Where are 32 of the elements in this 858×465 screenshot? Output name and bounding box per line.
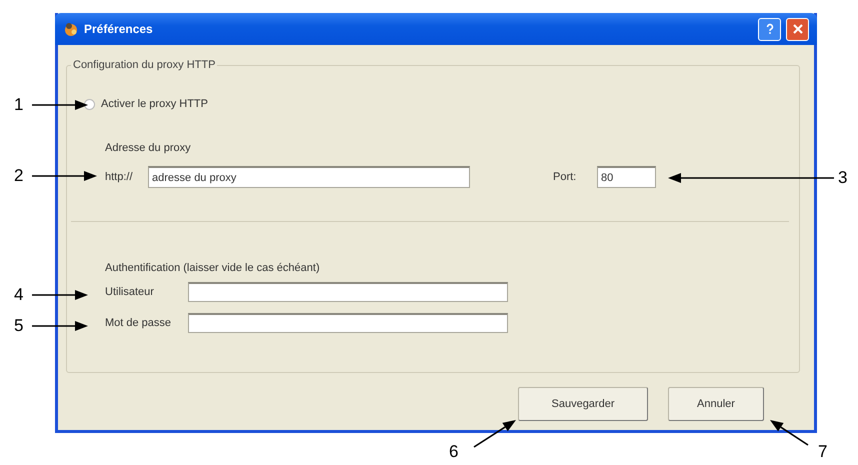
- window-title: Préférences: [84, 22, 154, 36]
- help-button[interactable]: [758, 18, 781, 40]
- text-field[interactable]: [188, 313, 508, 333]
- callout-number: 5: [14, 317, 24, 335]
- port-field[interactable]: 80: [597, 166, 656, 188]
- callout-arrow: [32, 171, 97, 181]
- callout-arrow: [32, 290, 88, 300]
- dialog-button[interactable]: Sauvegarder: [518, 387, 648, 421]
- callout-arrow: [32, 100, 88, 110]
- callout-arrow: [474, 420, 516, 448]
- dialog-button[interactable]: Annuler: [668, 387, 764, 421]
- section-heading: Authentification (laisser vide le cas échéant): [105, 262, 321, 274]
- app-icon: [63, 21, 79, 37]
- callout-number: 2: [14, 167, 24, 185]
- callout-arrow: [32, 321, 88, 331]
- field-label: Port:: [553, 171, 578, 183]
- radio-button[interactable]: [84, 98, 95, 110]
- callout-arrow: [770, 420, 808, 446]
- callout-number: 4: [14, 286, 24, 304]
- section-heading: Adresse du proxy: [105, 142, 192, 154]
- field-prefix: http://: [105, 171, 134, 183]
- callout-number: 1: [14, 96, 24, 114]
- field-label: Mot de passe: [105, 317, 172, 329]
- callout-number: 3: [838, 169, 848, 187]
- field-label: Utilisateur: [105, 286, 155, 298]
- callout-number: 6: [449, 443, 458, 461]
- group-title: Configuration du proxy HTTP: [72, 59, 216, 71]
- callout-number: 7: [818, 443, 828, 461]
- close-button[interactable]: [786, 18, 809, 40]
- text-field[interactable]: [188, 282, 508, 302]
- radio-label[interactable]: Activer le proxy HTTP: [101, 98, 208, 110]
- proxy-address-field[interactable]: adresse du proxy: [148, 166, 470, 188]
